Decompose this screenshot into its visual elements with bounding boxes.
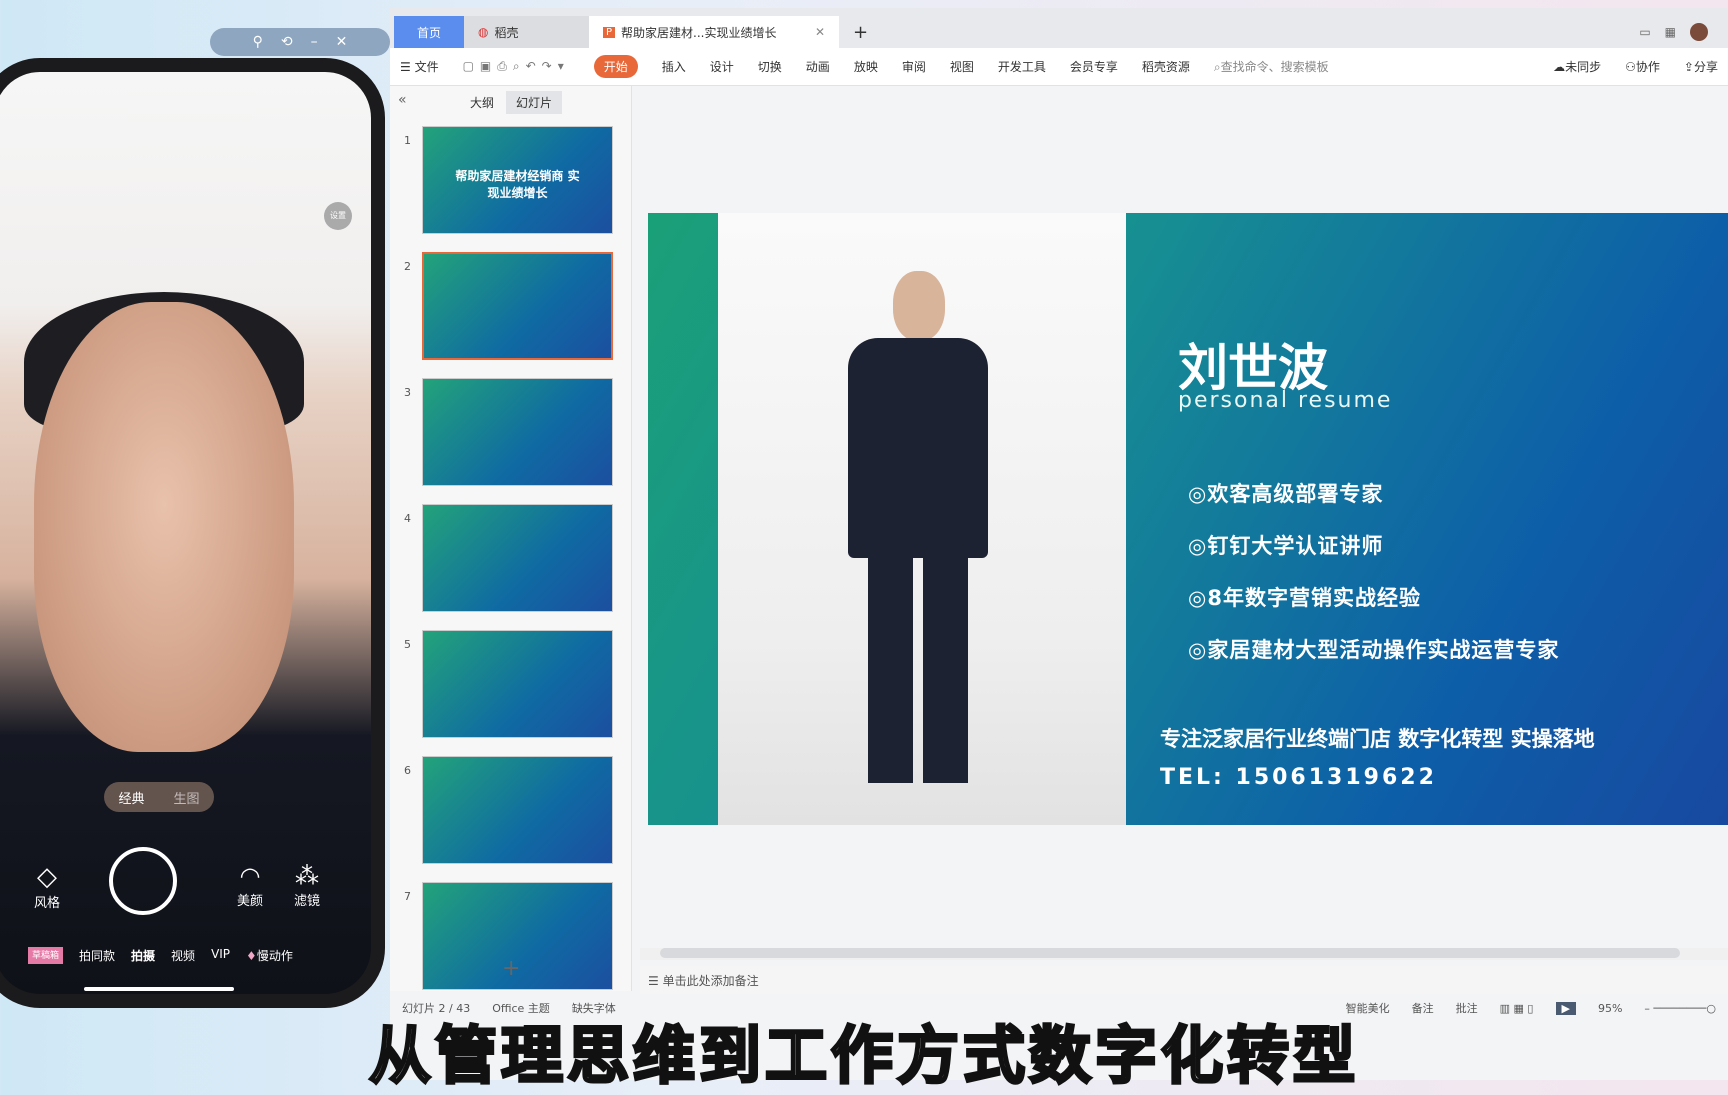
mode-classic[interactable]: 经典: [118, 788, 144, 807]
slide-number: 6: [404, 764, 411, 777]
filter-icon: ⁂: [295, 862, 319, 890]
menu-developer[interactable]: 开发工具: [998, 58, 1046, 75]
tab-video[interactable]: 视频: [171, 947, 195, 964]
bullet-icon: ◎: [1188, 534, 1208, 558]
menu-slideshow[interactable]: 放映: [854, 58, 878, 75]
search-icon: ⌕: [1213, 60, 1221, 74]
menu-transition[interactable]: 切换: [758, 58, 782, 75]
share-button[interactable]: ⇪分享: [1684, 58, 1718, 75]
slide-number: 2: [404, 260, 411, 273]
horizontal-scrollbar[interactable]: [640, 948, 1728, 960]
ppt-icon: P: [603, 26, 616, 38]
bullet-icon: ◎: [1188, 482, 1208, 506]
slide-number: 3: [404, 386, 411, 399]
tab-docer[interactable]: ◍ 稻壳: [464, 16, 589, 48]
beauty-button[interactable]: ◠ 美颜: [237, 862, 263, 909]
home-indicator: [84, 987, 234, 991]
slide-bullet: ◎钉钉大学认证讲师: [1188, 534, 1384, 558]
menu-bar: ☰ 文件 ▢▣⎙⌕↶↷▾ 开始 插入 设计 切换 动画 放映 审阅 视图 开发工…: [390, 48, 1728, 86]
slide-subtitle: personal resume: [1178, 388, 1393, 413]
tab-shoot[interactable]: 拍摄: [131, 947, 155, 964]
slide-bullet: ◎欢客高级部署专家: [1188, 482, 1384, 506]
close-icon[interactable]: ✕: [336, 34, 348, 50]
tab-slides[interactable]: 幻灯片: [506, 91, 563, 114]
bullet-icon: ◎: [1188, 586, 1208, 610]
menu-docer[interactable]: 稻壳资源: [1142, 58, 1190, 75]
docer-icon: ◍: [478, 25, 489, 39]
search-input[interactable]: ⌕查找命令、搜索模板: [1214, 58, 1329, 75]
slide-bullet: ◎8年数字营销实战经验: [1188, 586, 1421, 610]
main-slide[interactable]: 刘世波 personal resume ◎欢客高级部署专家 ◎钉钉大学认证讲师 ◎8…: [648, 213, 1728, 825]
pin-icon[interactable]: ⚲: [253, 34, 263, 50]
slide-tel: TEL: 15061319622: [1160, 765, 1437, 790]
legs: [868, 553, 968, 783]
phone-camera-preview: 设置 经典 生图 ◇ 风格 ◠ 美颜 ⁂ 滤镜 草稿箱 拍同款 拍摄 视频 VIP ♦慢…: [0, 58, 385, 1008]
shutter-button[interactable]: [109, 847, 177, 915]
tab-bar: 首页 ◍ 稻壳 P 帮助家居建材...实现业绩增长 ✕ + ▭ ▦: [390, 8, 1728, 48]
avatar[interactable]: [1690, 23, 1708, 41]
add-slide-button[interactable]: +: [502, 956, 520, 981]
diamond-icon: ◇: [37, 862, 57, 892]
face: [34, 302, 294, 752]
minimize-icon[interactable]: –: [311, 34, 318, 50]
video-subtitle: 从管理思维到工作方式数字化转型: [367, 1018, 1359, 1094]
slide-thumbnail[interactable]: [422, 378, 613, 486]
menu-animation[interactable]: 动画: [806, 58, 830, 75]
tab-home[interactable]: 首页: [394, 16, 464, 48]
notes-area[interactable]: ☰ 单击此处添加备注: [640, 966, 1728, 994]
apps-icon[interactable]: ▦: [1665, 25, 1676, 39]
menu-insert[interactable]: 插入: [662, 58, 686, 75]
head: [893, 271, 945, 341]
mode-generate[interactable]: 生图: [173, 788, 199, 807]
menu-start[interactable]: 开始: [593, 55, 638, 78]
slide-number: 5: [404, 638, 411, 651]
slide-bullet: ◎家居建材大型活动操作实战运营专家: [1188, 638, 1560, 662]
sync-button[interactable]: ☁未同步: [1553, 58, 1601, 75]
quick-access-icons[interactable]: ▢▣⎙⌕↶↷▾: [463, 59, 570, 74]
tab-slowmo[interactable]: ♦慢动作: [246, 947, 293, 964]
mode-switch[interactable]: 经典 生图: [104, 782, 214, 812]
window-tools: ▭ ▦: [1639, 16, 1728, 48]
slide-panel: « 大纲 幻灯片 1 帮助家居建材经销商 实现业绩增长 2 3 4 5 6 7 +: [390, 86, 632, 991]
tab-document[interactable]: P 帮助家居建材...实现业绩增长 ✕: [589, 16, 839, 48]
slide-number: 7: [404, 890, 411, 903]
slide-thumbnail[interactable]: [422, 756, 613, 864]
bullet-icon: ◎: [1188, 638, 1208, 662]
tab-vip[interactable]: VIP: [211, 947, 230, 964]
wps-window: 首页 ◍ 稻壳 P 帮助家居建材...实现业绩增长 ✕ + ▭ ▦ ☰ 文件 ▢▣⎙⌕↶…: [390, 8, 1728, 1080]
layout-icon[interactable]: ▭: [1639, 25, 1650, 39]
tab-outline[interactable]: 大纲: [470, 94, 494, 111]
tab-drafts[interactable]: 草稿箱: [28, 947, 64, 964]
tab-same[interactable]: 拍同款: [79, 947, 115, 964]
style-button[interactable]: ◇ 风格: [34, 862, 60, 911]
bottom-tabs: 草稿箱 拍同款 拍摄 视频 VIP ♦慢动作: [28, 947, 293, 964]
collapse-icon[interactable]: «: [398, 92, 407, 108]
menu-design[interactable]: 设计: [710, 58, 734, 75]
slide-thumbnail[interactable]: 帮助家居建材经销商 实现业绩增长: [422, 126, 613, 234]
settings-button[interactable]: 设置: [324, 202, 352, 230]
new-tab-button[interactable]: +: [839, 16, 882, 48]
file-menu[interactable]: ☰ 文件: [400, 58, 439, 75]
menu-member[interactable]: 会员专享: [1070, 58, 1118, 75]
restore-icon[interactable]: ⟲: [281, 34, 293, 50]
slide-thumbnail[interactable]: [422, 504, 613, 612]
slide-number: 4: [404, 512, 411, 525]
close-icon[interactable]: ✕: [815, 25, 825, 39]
profile-photo: [718, 213, 1126, 825]
collab-button[interactable]: ⚇协作: [1625, 58, 1660, 75]
slide-number: 1: [404, 134, 411, 147]
suit: [848, 338, 988, 558]
face-icon: ◠: [239, 862, 261, 890]
gem-icon: ♦: [246, 949, 257, 963]
slide-tagline: 专注泛家居行业终端门店 数字化转型 实操落地: [1160, 727, 1595, 751]
menu-review[interactable]: 审阅: [902, 58, 926, 75]
menu-view[interactable]: 视图: [950, 58, 974, 75]
slide-thumbnail[interactable]: [422, 630, 613, 738]
floating-window-controls: ⚲ ⟲ – ✕: [210, 28, 390, 56]
slide-thumbnail[interactable]: [422, 252, 613, 360]
filter-button[interactable]: ⁂ 滤镜: [294, 862, 320, 909]
